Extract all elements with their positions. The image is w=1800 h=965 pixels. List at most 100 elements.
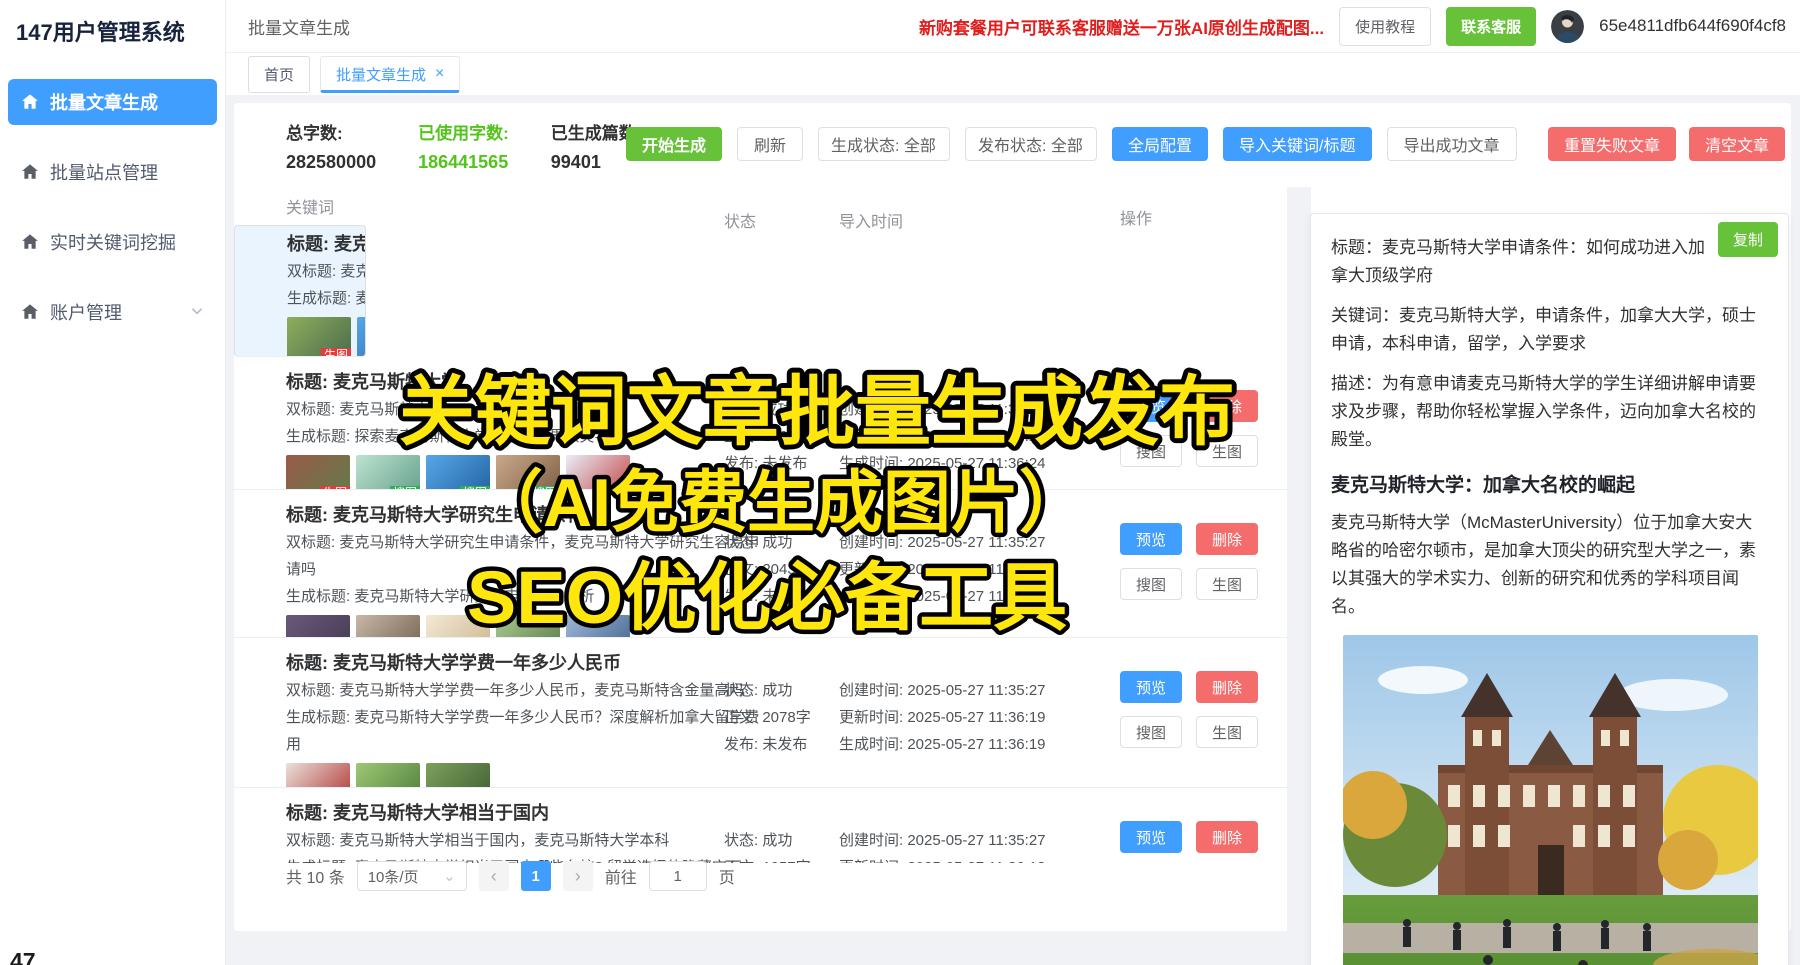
tab-label: 首页 — [264, 64, 294, 85]
dual-title: 双标题: 麦克马斯特大学相当于国内，麦克马斯特大学本科 — [286, 827, 766, 854]
table-row[interactable]: 标题: 麦克马斯特大学学费一年多少人民币双标题: 麦克马斯特大学学费一年多少人民… — [234, 638, 1287, 788]
sidebar-item-batch-site[interactable]: 批量站点管理 — [8, 149, 217, 195]
search-image-button[interactable]: 搜图 — [1120, 435, 1182, 467]
article-thumbnail[interactable]: 搜图 — [356, 615, 420, 638]
actions-cell: 预览删除搜图生图 — [1120, 799, 1287, 863]
next-page-button[interactable]: › — [563, 861, 593, 891]
status-line: 正文: 1957字 — [724, 854, 839, 863]
search-image-button[interactable]: 搜图 — [1120, 568, 1182, 600]
generate-status-select[interactable]: 生成状态: 全部 — [818, 127, 950, 161]
article-thumbnail[interactable]: 搜图 — [426, 615, 490, 638]
actions-cell: 预览删除搜图生图 — [1120, 501, 1287, 637]
sidebar-item-account[interactable]: 账户管理 — [8, 289, 217, 335]
article-info-cell: 标题: 麦克马斯特大学研究生申请条件双标题: 麦克马斯特大学研究生申请条件，麦克… — [286, 501, 724, 637]
article-info-cell: 标题: 麦克马斯特大学学费一年多少人民币双标题: 麦克马斯特大学学费一年多少人民… — [286, 649, 724, 787]
stat-total-words: 总字数: 282580000 — [286, 119, 376, 173]
pagination: 共 10 条 10条/页 ⌄ ‹ 1 › 前往 页 — [286, 861, 735, 891]
thumbnail-strip: 生图搜图搜图搜图搜图 — [286, 455, 724, 490]
danger-buttons: 重置失败文章 清空文章 — [1548, 127, 1785, 161]
time-line: 创建时间: 2025-05-27 11:35:27 — [839, 529, 1120, 556]
goto-label: 前往 — [605, 864, 637, 888]
search-image-button[interactable]: 搜图 — [1120, 716, 1182, 748]
home-icon — [21, 163, 39, 181]
article-info-cell: 标题: 麦克马斯特大学申请条件双标题: 麦克马斯特大学申请条件，麦克马斯特大学相… — [287, 230, 366, 357]
sidebar-item-label: 批量文章生成 — [50, 89, 158, 115]
time-line: 创建时间: 2025-05-27 11:35:27 — [839, 827, 1120, 854]
sidebar-item-keyword-mining[interactable]: 实时关键词挖掘 — [8, 219, 217, 265]
copy-button[interactable]: 复制 — [1718, 222, 1778, 257]
publish-status-select[interactable]: 发布状态: 全部 — [965, 127, 1097, 161]
tab-label: 批量文章生成 — [336, 64, 426, 85]
table-row[interactable]: 标题: 麦克马斯特大学相当于国内双标题: 麦克马斯特大学相当于国内，麦克马斯特大… — [234, 788, 1287, 863]
article-thumbnail[interactable]: 搜图 — [426, 455, 490, 490]
contact-support-button[interactable]: 联系客服 — [1446, 7, 1536, 46]
generate-image-button[interactable]: 生图 — [1196, 435, 1258, 467]
import-keywords-button[interactable]: 导入关键词/标题 — [1223, 127, 1371, 161]
stat-label: 已使用字数: — [418, 119, 509, 144]
status-cell: 状态: 成功正文: 2078字发布: 未发布 — [724, 649, 839, 787]
thumbnail-strip: 生图搜图搜图搜图搜图搜图 — [287, 317, 366, 357]
time-cell: 创建时间: 2025-05-27 11:35:27更新时间: 2025-05-2… — [839, 649, 1120, 787]
sidebar-item-batch-article[interactable]: 批量文章生成 — [8, 79, 217, 125]
article-thumbnail[interactable]: 生图 — [286, 455, 350, 490]
start-generate-button[interactable]: 开始生成 — [626, 127, 722, 161]
article-thumbnail[interactable]: 搜图 — [356, 455, 420, 490]
article-thumbnail[interactable]: 搜图 — [426, 763, 490, 788]
article-preview-panel: 复制 标题：麦克马斯特大学申请条件：如何成功进入加拿大顶级学府 关键词：麦克马斯… — [1310, 213, 1789, 965]
dual-title: 双标题: 麦克马斯特大学学费一年多少人民币，麦克马斯特含金量高吗 — [286, 677, 766, 704]
tab-home[interactable]: 首页 — [248, 56, 310, 93]
status-line: 状态: 成功 — [724, 677, 839, 704]
preview-button[interactable]: 预览 — [1120, 821, 1182, 853]
home-icon — [21, 303, 39, 321]
tutorial-button[interactable]: 使用教程 — [1339, 7, 1431, 46]
preview-body: 麦克马斯特大学（McMasterUniversity）位于加拿大安大略省的哈密尔… — [1331, 509, 1768, 621]
table-row[interactable]: 标题: 麦克马斯特大学研究生申请条件双标题: 麦克马斯特大学研究生申请条件，麦克… — [234, 490, 1287, 638]
time-line: 创建时间: 2025-05-27 11:35:27 — [839, 677, 1120, 704]
clear-articles-button[interactable]: 清空文章 — [1689, 127, 1785, 161]
chevron-down-icon: ⌄ — [443, 867, 456, 885]
preview-button[interactable]: 预览 — [1120, 523, 1182, 555]
refresh-button[interactable]: 刷新 — [737, 127, 803, 161]
prev-page-button[interactable]: ‹ — [479, 861, 509, 891]
status-line: 发布: 未发布 — [724, 731, 839, 758]
delete-button[interactable]: 删除 — [1196, 390, 1258, 422]
current-page[interactable]: 1 — [521, 861, 551, 891]
preview-button[interactable]: 预览 — [1120, 390, 1182, 422]
top-header: 批量文章生成 新购套餐用户可联系客服赠送一万张AI原创生成配图... 使用教程 … — [226, 0, 1800, 53]
thumbnail-badge: 生图 — [321, 348, 351, 357]
delete-button[interactable]: 删除 — [1196, 523, 1258, 555]
time-line: 更新时间: 2025-05-27 11:36:19 — [839, 704, 1120, 731]
delete-button[interactable]: 删除 — [1196, 671, 1258, 703]
reset-failed-button[interactable]: 重置失败文章 — [1548, 127, 1676, 161]
page-size-select[interactable]: 10条/页 ⌄ — [357, 861, 467, 891]
close-icon[interactable]: × — [435, 65, 444, 83]
article-thumbnail[interactable]: 搜图 — [357, 317, 366, 357]
dual-title: 双标题: 麦克马斯特大学 — [286, 396, 766, 423]
preview-button[interactable]: 预览 — [1120, 671, 1182, 703]
article-thumbnail[interactable]: 搜图 — [566, 615, 630, 638]
table-row[interactable]: 标题: 麦克马斯特大学申请条件双标题: 麦克马斯特大学申请条件，麦克马斯特大学相… — [234, 225, 366, 357]
article-thumbnail[interactable]: 搜图 — [496, 615, 560, 638]
article-thumbnail[interactable]: 搜图 — [496, 455, 560, 490]
delete-button[interactable]: 删除 — [1196, 821, 1258, 853]
article-thumbnail[interactable]: 搜图 — [566, 455, 630, 490]
col-header-keyword: 关键词 — [286, 194, 724, 218]
article-thumbnail[interactable]: 搜图 — [356, 763, 420, 788]
global-config-button[interactable]: 全局配置 — [1112, 127, 1208, 161]
status-cell: 状态: 成功正文: 1957字 — [724, 799, 839, 863]
generate-image-button[interactable]: 生图 — [1196, 568, 1258, 600]
time-line: 创建时间: 2025-05-27 11:35:27 — [839, 396, 1120, 423]
export-success-button[interactable]: 导出成功文章 — [1387, 127, 1517, 161]
pagination-total: 共 10 条 — [286, 864, 345, 888]
avatar[interactable] — [1551, 10, 1584, 43]
article-thumbnail[interactable]: 生图 — [286, 763, 350, 788]
generate-image-button[interactable]: 生图 — [1196, 716, 1258, 748]
article-title: 标题: 麦克马斯特大学相当于国内 — [286, 799, 724, 827]
tab-batch-article[interactable]: 批量文章生成 × — [320, 56, 460, 93]
table-row[interactable]: 标题: 麦克马斯特大学双标题: 麦克马斯特大学生成标题: 探索麦克马斯特大学，迈… — [234, 357, 1287, 490]
status-line: 状态: 成功 — [724, 396, 839, 423]
article-thumbnail[interactable]: 生图 — [286, 615, 350, 638]
toolbar: 开始生成 刷新 生成状态: 全部 发布状态: 全部 全局配置 导入关键词/标题 … — [626, 127, 1517, 161]
article-thumbnail[interactable]: 生图 — [287, 317, 351, 357]
goto-page-input[interactable] — [649, 861, 707, 891]
